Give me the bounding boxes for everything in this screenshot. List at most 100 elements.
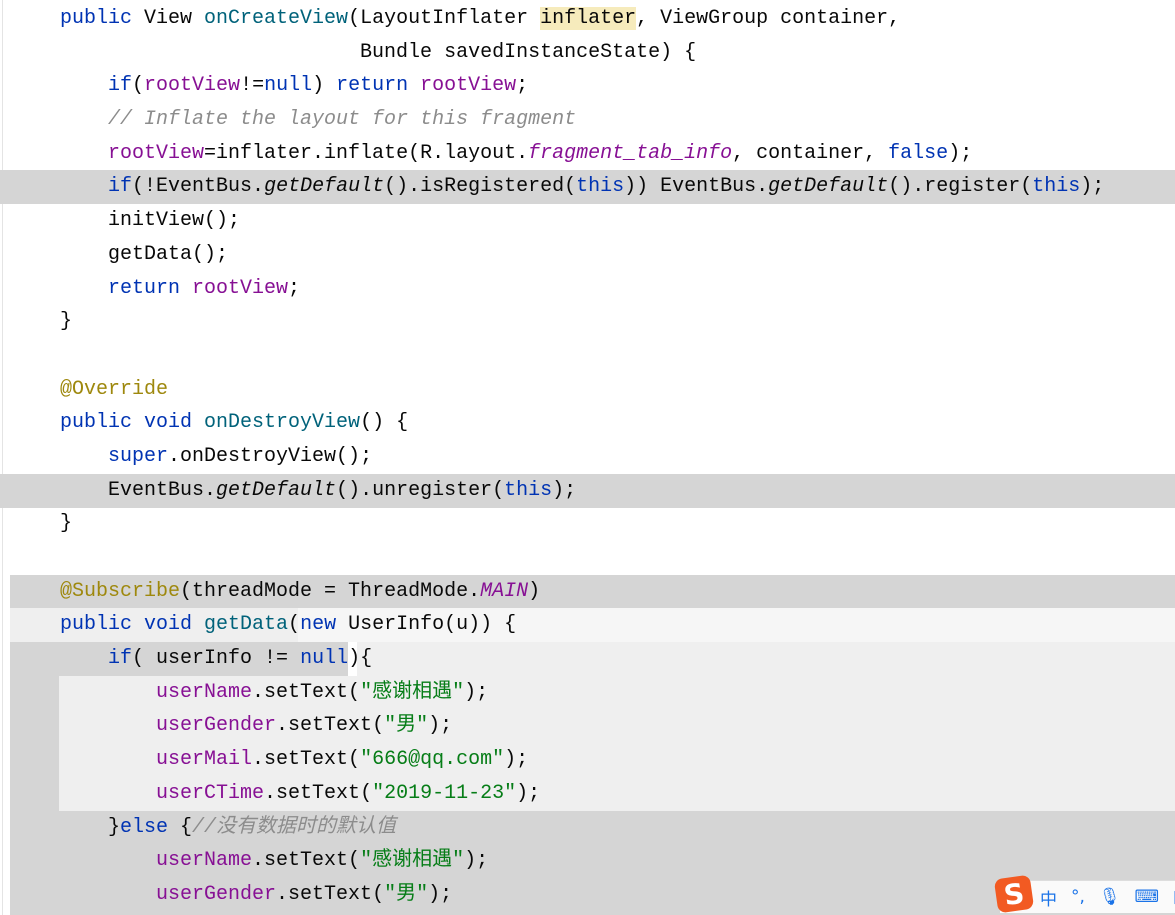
code-line[interactable] [60,541,1104,575]
keyboard-icon[interactable]: ⌨ [1135,887,1160,907]
code-token: ( [288,613,301,637]
code-token: userName [156,680,253,704]
code-line[interactable]: userMail.setText("666@qq.com"); [60,743,1104,777]
code-token: MAIN [480,579,529,603]
code-line[interactable]: public void getData(new UserInfo(u)) { [60,608,1104,642]
code-editor[interactable]: public View onCreateView(LayoutInflater … [60,2,1104,912]
code-line[interactable]: } [60,305,1104,339]
code-token: () { [360,411,409,435]
ime-mode-toggle[interactable]: 中 [1040,885,1057,910]
code-token: userGender [156,714,277,738]
code-token: ); [516,781,541,805]
code-token: null [300,647,349,671]
code-token: // Inflate the layout for this fragment [108,108,577,132]
code-token: ( [132,74,145,98]
code-line[interactable] [60,339,1104,373]
code-line[interactable]: super.onDestroyView(); [60,440,1104,474]
code-token: this [504,478,553,502]
code-line[interactable]: }else {//没有数据时的默认值 [60,811,1104,845]
code-line[interactable]: if( userInfo != null){ [60,642,1104,676]
code-token: initView(); [60,209,241,233]
sogou-logo[interactable]: S [993,874,1035,914]
code-token: , container, [732,141,889,165]
code-line[interactable]: } [60,507,1104,541]
code-token: ( userInfo != [132,647,301,671]
code-token: getDefault [264,175,385,199]
code-token: userGender [156,882,277,906]
code-line[interactable]: userGender.setText("男"); [60,878,1104,912]
code-token: getData(); [60,242,229,266]
code-token: rootView [420,74,517,98]
code-token: rootView [144,74,241,98]
code-token: .setText( [264,781,373,805]
code-token: userCTime [156,781,265,805]
ime-toolbar[interactable]: S 中 °, 🎙 ⌨ ■ [993,874,1175,914]
code-token: (!EventBus. [132,175,265,199]
code-line[interactable]: userCTime.setText("2019-11-23"); [60,777,1104,811]
code-token: .onDestroyView(); [168,444,373,468]
code-line[interactable]: public void onDestroyView() { [60,406,1104,440]
code-token: ); [464,680,489,704]
code-token: "2019-11-23" [372,781,517,805]
code-token: else [120,815,181,839]
code-token: return [336,74,421,98]
code-line[interactable]: initView(); [60,204,1104,238]
ime-punctuation-toggle[interactable]: °, [1071,887,1085,907]
code-line[interactable]: if(rootView!=null) return rootView; [60,69,1104,103]
code-token: inflater [540,7,637,30]
microphone-icon[interactable]: 🎙 [1099,887,1121,907]
code-token: ().register( [888,175,1033,199]
code-line[interactable]: EventBus.getDefault().unregister(this); [60,474,1104,508]
code-token: public void [60,613,205,637]
code-token: @Subscribe [60,579,181,603]
code-token: ); [428,882,453,906]
code-line[interactable]: Bundle savedInstanceState) { [60,36,1104,70]
code-token: (threadMode = ThreadMode. [180,579,481,603]
code-line[interactable]: if(!EventBus.getDefault().isRegistered(t… [60,170,1104,204]
code-token: ); [464,849,489,873]
code-token: =inflater.inflate(R.layout. [204,141,529,165]
code-token: getDefault [768,175,889,199]
code-token: rootView [192,276,289,300]
code-token: .setText( [252,849,361,873]
code-token: "感谢相遇" [360,680,465,704]
code-line[interactable]: userGender.setText("男"); [60,709,1104,743]
code-token: ) [312,74,337,98]
code-line[interactable]: userName.setText("感谢相遇"); [60,676,1104,710]
code-token: EventBus. [60,478,217,502]
code-line[interactable]: @Override [60,373,1104,407]
code-line[interactable]: getData(); [60,238,1104,272]
code-token: ); [552,478,577,502]
code-token: )) EventBus. [624,175,769,199]
code-line[interactable]: public View onCreateView(LayoutInflater … [60,2,1104,36]
code-token: onDestroyView [204,411,361,435]
code-token: "感谢相遇" [360,849,465,873]
code-token: if [108,647,133,671]
code-line[interactable]: rootView=inflater.inflate(R.layout.fragm… [60,137,1104,171]
code-line[interactable]: // Inflate the layout for this fragment [60,103,1104,137]
code-token: //没有数据时的默认值 [192,815,397,839]
code-token: .setText( [276,882,385,906]
code-token: null [264,74,313,98]
code-token: } [60,310,73,334]
code-line[interactable]: @Subscribe(threadMode = ThreadMode.MAIN) [60,575,1104,609]
code-token: ) [528,579,541,603]
code-token: ); [504,748,529,772]
code-token: (LayoutInflater [348,7,541,30]
code-token: public void [60,411,205,435]
code-token: false [888,141,949,165]
code-line[interactable]: return rootView; [60,272,1104,306]
code-token: .setText( [276,714,385,738]
code-token: .setText( [252,748,361,772]
code-line[interactable]: userName.setText("感谢相遇"); [60,844,1104,878]
code-token: } [60,815,121,839]
editor-gutter-border [2,0,3,915]
